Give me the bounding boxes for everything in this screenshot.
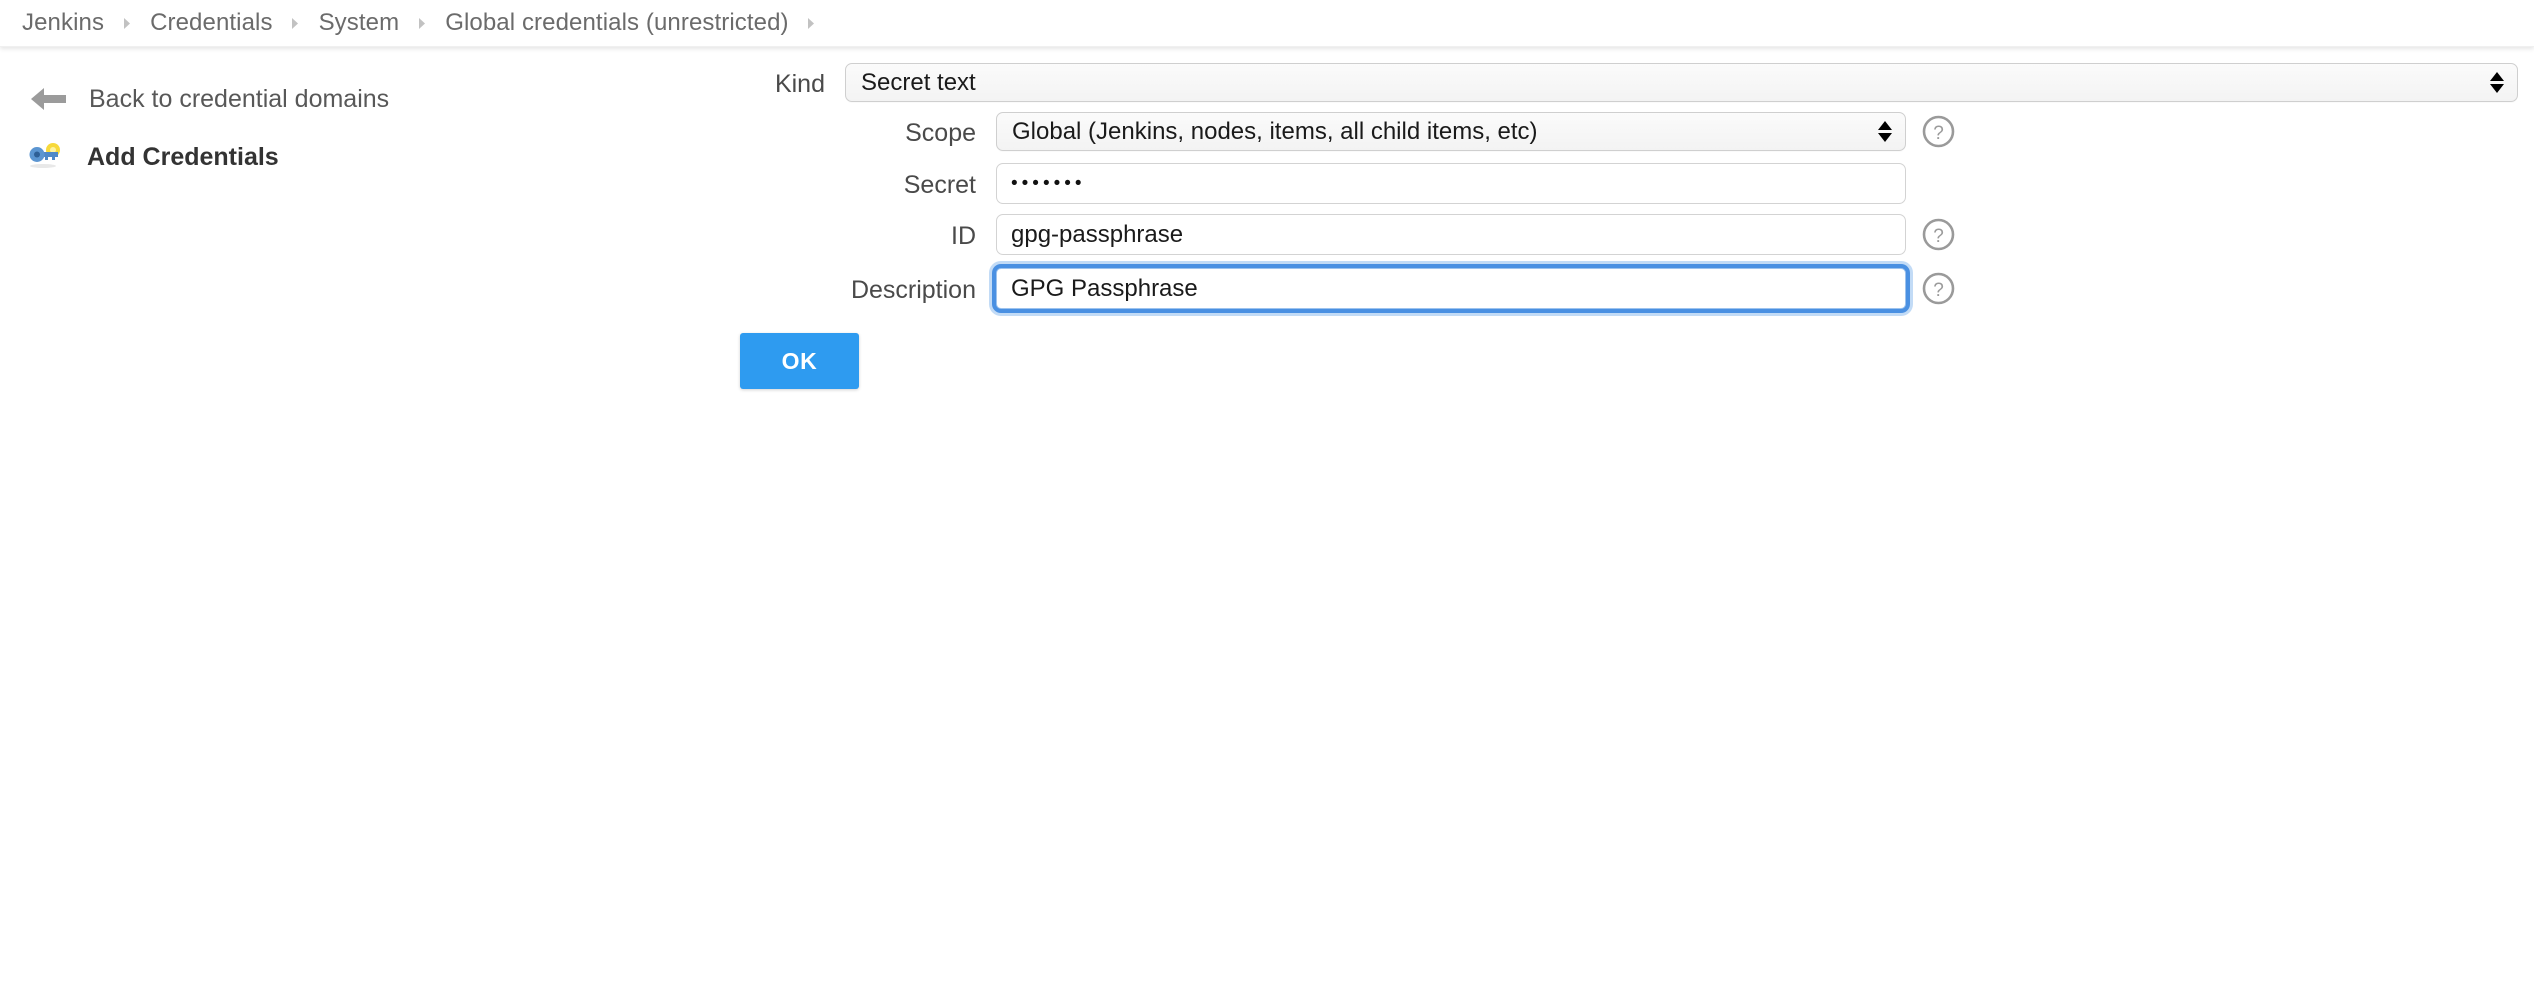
description-input-value: GPG Passphrase [1011,275,1198,303]
chevron-right-icon [273,16,319,31]
secret-input-value: ••••••• [1011,173,1086,195]
credentials-form: Kind Secret text Scope Global (Jenkins, … [740,47,2534,986]
chevron-right-icon [104,16,150,31]
back-link-label: Back to credential domains [89,85,389,114]
id-help-icon[interactable]: ? [1922,218,1955,251]
breadcrumb-item-system[interactable]: System [319,9,400,37]
id-label: ID [740,214,976,249]
scope-select[interactable]: Global (Jenkins, nodes, items, all child… [996,112,1906,151]
add-credentials-label: Add Credentials [87,143,279,172]
secret-input[interactable]: ••••••• [996,163,1906,204]
description-label: Description [740,268,976,303]
scope-select-value: Global (Jenkins, nodes, items, all child… [1012,118,1538,146]
kind-select-value: Secret text [861,69,976,97]
form-row-scope: Scope Global (Jenkins, nodes, items, all… [740,112,2534,151]
select-stepper-arrows-icon [1878,119,1892,145]
chevron-right-icon [789,16,835,31]
chevron-right-icon [399,16,445,31]
id-input[interactable]: gpg-passphrase [996,214,1906,255]
ok-button[interactable]: OK [740,333,859,389]
breadcrumb-item-credentials[interactable]: Credentials [150,9,273,37]
breadcrumb: Jenkins Credentials System Global creden… [0,0,2534,47]
description-input[interactable]: GPG Passphrase [996,268,1906,309]
breadcrumb-item-jenkins[interactable]: Jenkins [22,9,104,37]
svg-text:?: ? [1933,280,1944,301]
key-icon [28,142,62,172]
form-row-id: ID gpg-passphrase ? [740,214,2534,255]
add-credentials-link[interactable]: Add Credentials [28,140,279,174]
secret-label: Secret [740,163,976,198]
description-help-icon[interactable]: ? [1922,272,1955,305]
scope-label: Scope [740,112,976,146]
form-row-kind: Kind Secret text [740,63,2534,102]
scope-help-icon[interactable]: ? [1922,115,1955,148]
svg-text:?: ? [1933,226,1944,247]
back-to-credential-domains-link[interactable]: Back to credential domains [28,81,389,117]
form-row-description: Description GPG Passphrase ? [740,268,2534,309]
svg-text:?: ? [1933,123,1944,144]
form-row-secret: Secret ••••••• [740,163,2534,204]
sidebar: Back to credential domains Add Credentia… [0,47,740,986]
select-stepper-arrows-icon [2490,70,2504,96]
kind-select[interactable]: Secret text [845,63,2518,102]
kind-label: Kind [740,63,825,97]
id-input-value: gpg-passphrase [1011,221,1183,249]
arrow-left-icon [28,85,68,113]
breadcrumb-item-global-credentials[interactable]: Global credentials (unrestricted) [445,9,788,37]
